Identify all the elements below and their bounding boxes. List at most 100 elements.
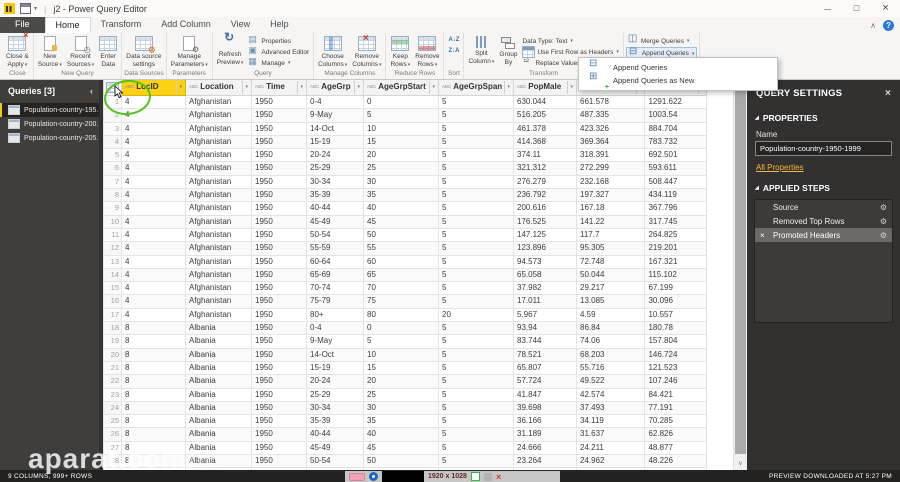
- cell[interactable]: 40-44: [306, 427, 364, 442]
- cell[interactable]: 1950: [251, 121, 307, 136]
- cell[interactable]: 8: [121, 374, 186, 389]
- cell[interactable]: 8: [121, 414, 186, 429]
- cell[interactable]: 15-19: [306, 360, 364, 376]
- row-number[interactable]: 21: [103, 360, 122, 376]
- column-header-agegrp[interactable]: ABC AgeGrp ▾: [306, 79, 364, 96]
- cell[interactable]: 45-49: [306, 440, 364, 456]
- row-number[interactable]: 12: [103, 241, 122, 256]
- cell[interactable]: 15: [363, 134, 439, 150]
- tab-add-column[interactable]: Add Column: [151, 17, 221, 33]
- cell[interactable]: 1950: [251, 227, 307, 243]
- cell[interactable]: 20: [438, 307, 514, 323]
- cell[interactable]: 50: [363, 227, 439, 243]
- recorder-minimize-icon[interactable]: [483, 472, 492, 481]
- row-number[interactable]: 23: [103, 387, 122, 402]
- cell[interactable]: 1950: [251, 454, 307, 469]
- cell[interactable]: 4: [121, 294, 186, 309]
- cell[interactable]: 30: [363, 400, 439, 416]
- cell[interactable]: 4: [121, 188, 186, 203]
- cell[interactable]: 45: [363, 440, 439, 456]
- cell[interactable]: 1003.54: [644, 108, 708, 123]
- row-number[interactable]: 3: [103, 121, 122, 136]
- cell[interactable]: 34.119: [575, 414, 646, 429]
- cell[interactable]: 4.59: [575, 307, 646, 323]
- cell[interactable]: 15-19: [306, 134, 364, 150]
- gear-icon[interactable]: ⚙: [880, 217, 887, 226]
- cell[interactable]: 1950: [251, 294, 307, 309]
- query-item-population-country-205[interactable]: Population-country-205...: [0, 131, 99, 145]
- cell[interactable]: 20: [363, 374, 439, 389]
- cell[interactable]: 1950: [251, 214, 307, 229]
- cell[interactable]: 661.578: [575, 94, 646, 110]
- cell[interactable]: 121.523: [644, 360, 708, 376]
- cell[interactable]: 42.574: [575, 387, 646, 402]
- cell[interactable]: 50.044: [575, 267, 646, 283]
- cell[interactable]: 5: [438, 94, 514, 110]
- cell[interactable]: 67.199: [644, 281, 708, 296]
- cell[interactable]: 5: [438, 387, 514, 402]
- cell[interactable]: 321.312: [513, 161, 577, 176]
- cell[interactable]: 4: [121, 281, 186, 296]
- applied-step-removed-top-rows[interactable]: Removed Top Rows ⚙: [755, 214, 892, 228]
- cell[interactable]: 50-54: [306, 227, 364, 243]
- cell[interactable]: 39.698: [513, 400, 577, 416]
- cell[interactable]: 60: [363, 254, 439, 269]
- ribbon-button-manage-parameters[interactable]: ManageParameters▾: [169, 34, 210, 70]
- cell[interactable]: 14-Oct: [306, 347, 364, 362]
- cell[interactable]: 5: [438, 427, 514, 442]
- cell[interactable]: 24.211: [575, 440, 646, 456]
- cell[interactable]: 4: [121, 148, 186, 163]
- tab-help[interactable]: Help: [260, 17, 299, 33]
- cell[interactable]: 83.744: [513, 334, 577, 349]
- cell[interactable]: 48.877: [644, 440, 708, 456]
- applied-step-source[interactable]: Source ⚙: [755, 200, 892, 214]
- cell[interactable]: 146.724: [644, 347, 708, 362]
- cell[interactable]: 783.732: [644, 134, 708, 150]
- cell[interactable]: 5: [438, 321, 514, 336]
- ribbon-button-merge-queries[interactable]: Merge Queries▾: [626, 33, 698, 46]
- cell[interactable]: 41.847: [513, 387, 577, 402]
- ribbon-button-choose-columns[interactable]: Choose Columns▾: [316, 34, 349, 70]
- cell[interactable]: 4: [121, 121, 186, 136]
- cell[interactable]: 80+: [306, 307, 364, 323]
- cell[interactable]: 272.299: [575, 161, 646, 176]
- cell[interactable]: 55.716: [575, 360, 646, 376]
- column-header-agegrpstart[interactable]: ABC AgeGrpStart ▾: [363, 79, 439, 96]
- cell[interactable]: 5: [438, 121, 514, 136]
- cell[interactable]: 30-34: [306, 400, 364, 416]
- cell[interactable]: Afghanistan: [185, 121, 252, 136]
- cell[interactable]: 232.168: [575, 174, 646, 190]
- cell[interactable]: Albania: [185, 427, 252, 442]
- cell[interactable]: 31.189: [513, 427, 577, 442]
- cell[interactable]: 157.804: [644, 334, 708, 349]
- cell[interactable]: 4: [121, 267, 186, 283]
- cell[interactable]: Afghanistan: [185, 94, 252, 110]
- close-button[interactable]: [871, 0, 900, 17]
- cell[interactable]: 62.826: [644, 427, 708, 442]
- menu-item-append-queries-as-new[interactable]: Append Queries as New: [579, 71, 777, 91]
- row-number[interactable]: 13: [103, 254, 122, 269]
- cell[interactable]: 147.125: [513, 227, 577, 243]
- help-icon[interactable]: ?: [883, 19, 894, 31]
- cell[interactable]: 60-64: [306, 254, 364, 269]
- cell[interactable]: 24.666: [513, 440, 577, 456]
- cell[interactable]: Albania: [185, 374, 252, 389]
- cell[interactable]: 65: [363, 267, 439, 283]
- cell[interactable]: 276.279: [513, 174, 577, 190]
- cell[interactable]: 1950: [251, 254, 307, 269]
- close-panel-icon[interactable]: ×: [885, 88, 891, 99]
- cell[interactable]: 8: [121, 387, 186, 402]
- minimize-button[interactable]: [813, 0, 842, 17]
- cell[interactable]: 5: [438, 214, 514, 229]
- cell[interactable]: 197.327: [575, 188, 646, 203]
- scrollbar-thumb[interactable]: [735, 91, 746, 454]
- menu-item-append-queries[interactable]: Append Queries: [579, 58, 777, 74]
- cell[interactable]: 5: [438, 227, 514, 243]
- cell[interactable]: 264.825: [644, 227, 708, 243]
- applied-step-promoted-headers[interactable]: × Promoted Headers ⚙: [755, 228, 892, 242]
- cell[interactable]: 86.84: [575, 321, 646, 336]
- cell[interactable]: 24.962: [575, 454, 646, 469]
- cell[interactable]: 15: [363, 360, 439, 376]
- cell[interactable]: 57.724: [513, 374, 577, 389]
- cell[interactable]: 45-49: [306, 214, 364, 229]
